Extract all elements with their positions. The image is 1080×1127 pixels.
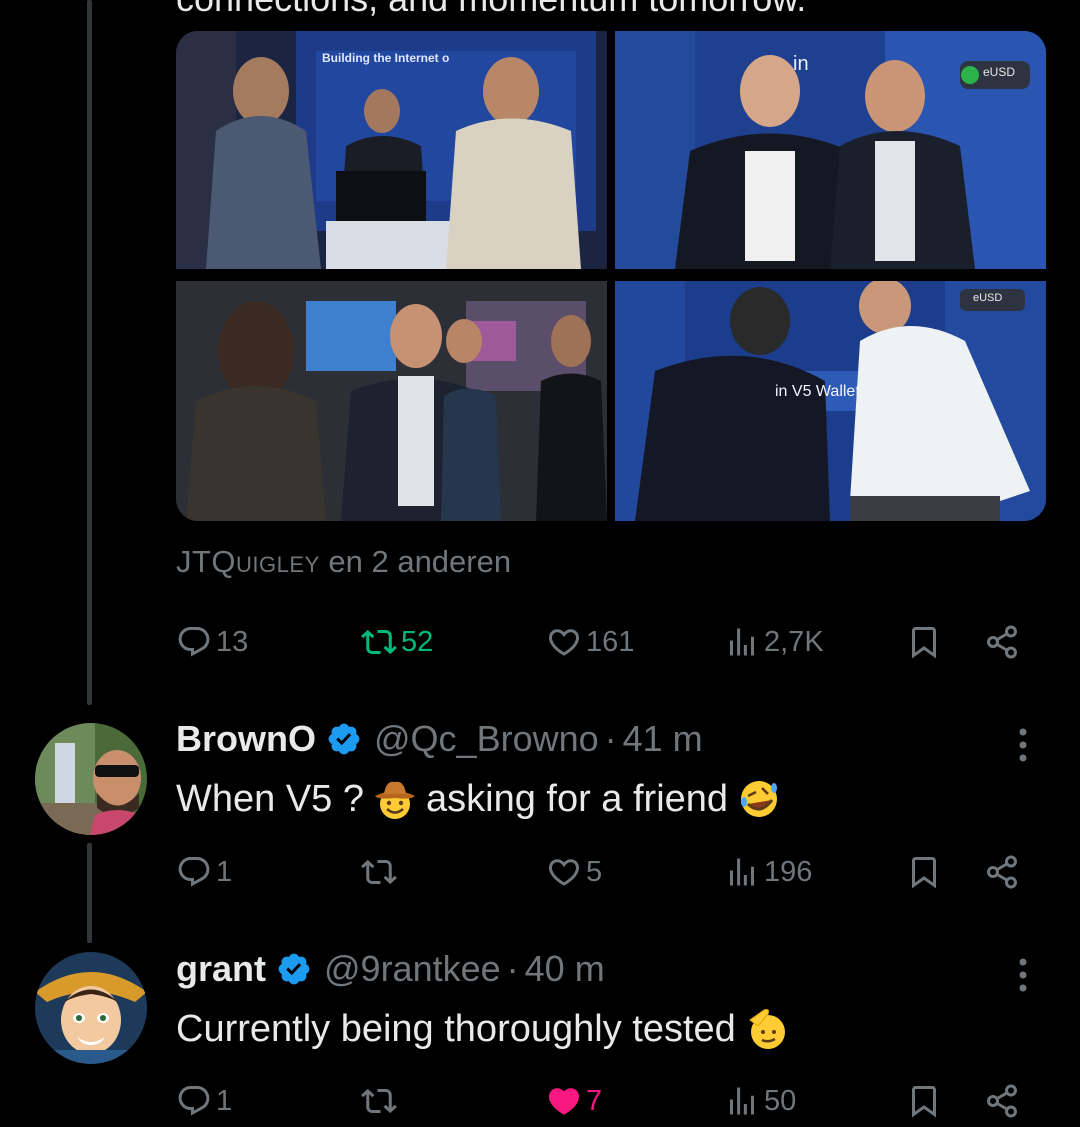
share-icon xyxy=(987,1084,1017,1118)
reply-icon xyxy=(178,627,210,657)
tweet-action-bar: 13 52 161 2,7K xyxy=(176,624,1026,668)
bookmark-icon xyxy=(912,1086,936,1118)
views-icon xyxy=(730,1087,754,1115)
views-count: 2,7K xyxy=(764,625,824,658)
views-button[interactable]: 196 xyxy=(724,854,812,890)
photo-4[interactable]: in V5 Wallet eUSD xyxy=(615,281,1046,521)
photo-2-badge-text: eUSD xyxy=(983,65,1016,79)
views-count: 50 xyxy=(764,1084,797,1117)
repost-count: 52 xyxy=(401,625,434,658)
reply-count: 13 xyxy=(216,625,249,658)
reply-icon xyxy=(178,1086,210,1116)
reply-action-bar-grant: 1 7 50 xyxy=(176,1083,1026,1127)
reply-button[interactable]: 1 xyxy=(176,854,232,890)
reply-text-part-2: asking for a friend xyxy=(426,777,729,820)
avatar-grant[interactable] xyxy=(35,952,147,1064)
avatar-browno[interactable] xyxy=(35,723,147,835)
reply-count: 1 xyxy=(216,855,233,888)
photo-1[interactable]: Building the Internet o xyxy=(176,31,607,269)
verified-badge-icon xyxy=(278,953,310,985)
timestamp[interactable]: 41 m xyxy=(623,718,703,760)
like-button[interactable]: 5 xyxy=(546,854,602,890)
like-count: 161 xyxy=(586,625,635,658)
reply-header-browno: BrownO @Qc_Browno · 41 m xyxy=(176,718,703,760)
reply-text-part-1: When V5 ? xyxy=(176,777,364,820)
thread-line-middle xyxy=(87,843,92,943)
like-count: 7 xyxy=(586,1084,603,1117)
photo-4-badge-text: eUSD xyxy=(973,292,1003,304)
photo-2[interactable]: in eUSD xyxy=(615,31,1046,269)
bookmark-button[interactable] xyxy=(906,1083,942,1119)
bookmark-button[interactable] xyxy=(906,854,942,890)
user-handle[interactable]: @Qc_Browno xyxy=(374,718,599,760)
reply-action-bar-browno: 1 5 196 xyxy=(176,854,1026,898)
repost-button[interactable]: 52 xyxy=(361,624,433,660)
repost-button[interactable] xyxy=(361,1083,401,1119)
reply-text-browno: When V5 ? asking for a friend xyxy=(176,776,790,822)
display-name[interactable]: grant xyxy=(176,948,266,990)
share-button[interactable] xyxy=(984,1083,1020,1119)
like-filled-icon xyxy=(548,1088,580,1115)
views-icon xyxy=(730,628,754,656)
separator-dot: · xyxy=(604,718,617,759)
bookmark-icon xyxy=(912,627,936,659)
share-icon xyxy=(987,625,1017,659)
views-icon xyxy=(730,858,754,886)
share-icon xyxy=(987,855,1017,889)
photo-3[interactable] xyxy=(176,281,607,521)
views-count: 196 xyxy=(764,855,813,888)
photo-2-sign-text: in xyxy=(793,53,809,75)
repost-icon xyxy=(361,1088,397,1114)
cowboy-emoji-icon xyxy=(375,781,415,819)
like-icon xyxy=(548,629,580,656)
bookmark-icon xyxy=(912,857,936,889)
reply-text-grant: Currently being thoroughly tested xyxy=(176,1006,798,1052)
photo-4-sign-text: in V5 Wallet xyxy=(775,383,860,400)
more-icon[interactable] xyxy=(1008,725,1038,765)
like-button-active[interactable]: 7 xyxy=(546,1083,602,1119)
verified-badge-icon xyxy=(328,723,360,755)
more-icon[interactable] xyxy=(1008,955,1038,995)
timestamp[interactable]: 40 m xyxy=(525,948,605,990)
views-button[interactable]: 2,7K xyxy=(724,624,824,660)
like-icon xyxy=(548,859,580,886)
reply-count: 1 xyxy=(216,1084,233,1117)
reply-text-part-1: Currently being thoroughly tested xyxy=(176,1007,736,1050)
rofl-emoji-icon xyxy=(741,781,778,817)
repost-icon xyxy=(361,629,397,655)
like-button[interactable]: 161 xyxy=(546,624,634,660)
repost-button[interactable] xyxy=(361,854,401,890)
separator-dot: · xyxy=(506,948,519,989)
photo-1-sign-text: Building the Internet o xyxy=(322,51,450,65)
reply-header-grant: grant @9rantkee · 40 m xyxy=(176,948,605,990)
share-button[interactable] xyxy=(984,624,1020,660)
user-handle[interactable]: @9rantkee xyxy=(324,948,501,990)
tagged-people[interactable]: JTQuigley en 2 anderen xyxy=(176,544,511,580)
tweet-media-grid: Building the Internet o in eUSD in V5 Wa… xyxy=(176,31,1046,521)
tagged-first-name: JTQuigley xyxy=(176,544,320,579)
bookmark-button[interactable] xyxy=(906,624,942,660)
reply-button[interactable]: 1 xyxy=(176,1083,232,1119)
tagged-suffix: en 2 anderen xyxy=(328,544,512,579)
thread-line-top xyxy=(87,0,92,705)
reply-button[interactable]: 13 xyxy=(176,624,248,660)
views-button[interactable]: 50 xyxy=(724,1083,796,1119)
reply-icon xyxy=(178,857,210,887)
like-count: 5 xyxy=(586,855,603,888)
tweet-text-cutoff: connections, and momentum tomorrow. xyxy=(176,0,806,20)
display-name[interactable]: BrownO xyxy=(176,718,316,760)
saluting-face-emoji-icon xyxy=(748,1009,785,1049)
share-button[interactable] xyxy=(984,854,1020,890)
repost-icon xyxy=(361,859,397,885)
